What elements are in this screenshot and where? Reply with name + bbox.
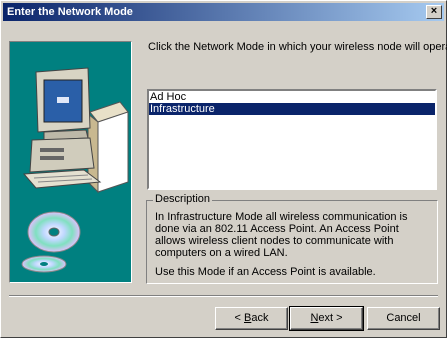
description-group: Description In Infrastructure Mode all w… xyxy=(146,193,438,284)
network-mode-dialog: Enter the Network Mode × Click the Netwo… xyxy=(0,0,447,338)
close-button[interactable]: × xyxy=(426,5,442,19)
description-legend: Description xyxy=(153,193,213,205)
list-item-infrastructure[interactable]: Infrastructure xyxy=(149,103,435,115)
wizard-illustration xyxy=(9,41,132,283)
description-note: Use this Mode if an Access Point is avai… xyxy=(155,266,376,278)
instruction-text: Click the Network Mode in which your wir… xyxy=(148,41,447,53)
next-button[interactable]: Next > xyxy=(289,306,364,331)
back-prefix: < xyxy=(234,312,244,324)
network-mode-list[interactable]: Ad Hoc Infrastructure xyxy=(147,89,437,190)
separator xyxy=(9,295,438,297)
back-button[interactable]: < Back xyxy=(215,307,288,330)
list-item-ad-hoc[interactable]: Ad Hoc xyxy=(149,91,435,103)
title-bar: Enter the Network Mode × xyxy=(3,3,444,21)
window-title: Enter the Network Mode xyxy=(7,6,133,18)
cancel-button[interactable]: Cancel xyxy=(367,307,440,330)
description-text: In Infrastructure Mode all wireless comm… xyxy=(155,211,408,259)
back-label: ack xyxy=(251,312,269,324)
cd-disc-icon xyxy=(21,211,81,273)
next-label: ext > xyxy=(318,312,343,324)
